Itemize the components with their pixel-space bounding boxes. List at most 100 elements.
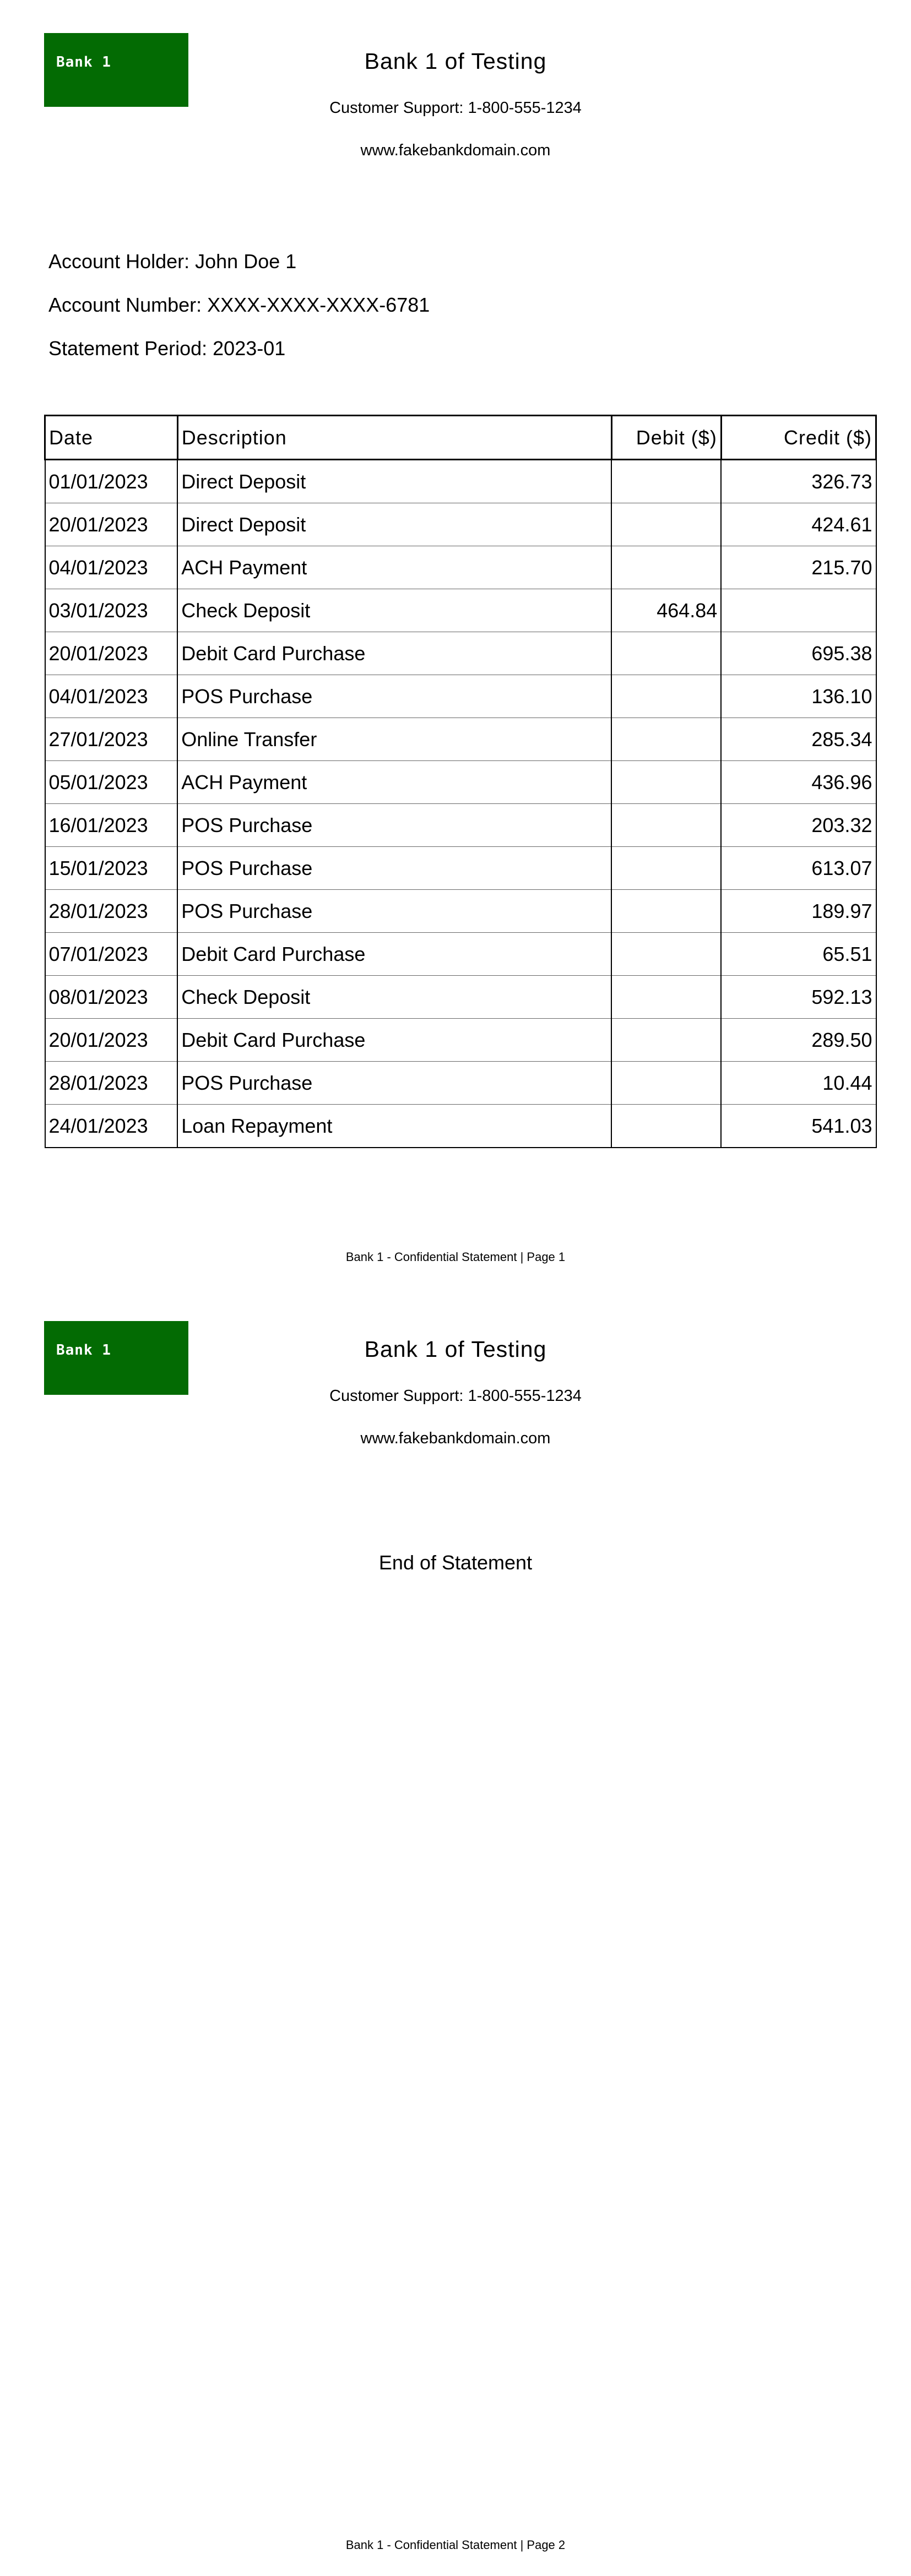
cell-debit [611,503,722,546]
table-row: 20/01/2023 Debit Card Purchase 695.38 [44,632,877,675]
cell-credit: 541.03 [720,1104,877,1148]
cell-date: 20/01/2023 [44,1018,178,1062]
cell-date: 28/01/2023 [44,889,178,933]
table-row: 04/01/2023 POS Purchase 136.10 [44,675,877,718]
cell-description: Online Transfer [177,718,612,761]
statement-page-1: Bank 1 Bank 1 of Testing Customer Suppor… [0,0,911,1288]
cell-debit [611,546,722,589]
cell-credit [720,589,877,632]
cell-description: Debit Card Purchase [177,1018,612,1062]
bank-website: www.fakebankdomain.com [360,142,551,159]
cell-credit: 326.73 [720,459,877,503]
account-number: Account Number: XXXX-XXXX-XXXX-6781 [48,294,430,316]
table-row: 28/01/2023 POS Purchase 189.97 [44,889,877,933]
cell-debit [611,1018,722,1062]
bank-website: www.fakebankdomain.com [360,1430,551,1447]
cell-date: 04/01/2023 [44,675,178,718]
cell-credit: 65.51 [720,932,877,976]
cell-date: 01/01/2023 [44,459,178,503]
header-description: Description [176,415,612,460]
cell-date: 20/01/2023 [44,503,178,546]
table-row: 07/01/2023 Debit Card Purchase 65.51 [44,932,877,976]
table-row: 05/01/2023 ACH Payment 436.96 [44,760,877,804]
cell-date: 20/01/2023 [44,632,178,675]
cell-debit [611,846,722,890]
table-header-row: Date Description Debit ($) Credit ($) [44,415,877,460]
cell-date: 07/01/2023 [44,932,178,976]
cell-credit: 289.50 [720,1018,877,1062]
cell-description: Direct Deposit [177,503,612,546]
cell-credit: 203.32 [720,803,877,847]
cell-credit: 189.97 [720,889,877,933]
cell-date: 16/01/2023 [44,803,178,847]
table-row: 03/01/2023 Check Deposit 464.84 [44,589,877,632]
cell-debit [611,675,722,718]
cell-credit: 136.10 [720,675,877,718]
cell-credit: 285.34 [720,718,877,761]
cell-description: POS Purchase [177,889,612,933]
cell-date: 15/01/2023 [44,846,178,890]
table-row: 01/01/2023 Direct Deposit 326.73 [44,459,877,503]
cell-debit [611,975,722,1019]
cell-description: ACH Payment [177,546,612,589]
cell-description: POS Purchase [177,675,612,718]
cell-date: 24/01/2023 [44,1104,178,1148]
cell-description: Debit Card Purchase [177,632,612,675]
cell-credit: 592.13 [720,975,877,1019]
cell-description: Check Deposit [177,975,612,1019]
table-row: 27/01/2023 Online Transfer 285.34 [44,718,877,761]
page-footer: Bank 1 - Confidential Statement | Page 1 [345,1250,566,1264]
table-row: 24/01/2023 Loan Repayment 541.03 [44,1104,877,1148]
cell-credit: 215.70 [720,546,877,589]
cell-debit [611,889,722,933]
cell-debit [611,932,722,976]
table-row: 16/01/2023 POS Purchase 203.32 [44,803,877,847]
cell-debit [611,718,722,761]
table-row: 08/01/2023 Check Deposit 592.13 [44,975,877,1019]
cell-credit: 424.61 [720,503,877,546]
cell-date: 03/01/2023 [44,589,178,632]
transactions-table: Date Description Debit ($) Credit ($) 01… [44,415,877,1148]
cell-description: POS Purchase [177,1061,612,1105]
cell-description: Loan Repayment [177,1104,612,1148]
cell-credit: 10.44 [720,1061,877,1105]
page-footer: Bank 1 - Confidential Statement | Page 2 [345,2538,566,2552]
cell-date: 28/01/2023 [44,1061,178,1105]
customer-support: Customer Support: 1-800-555-1234 [329,99,582,117]
cell-debit [611,459,722,503]
cell-debit [611,803,722,847]
table-row: 20/01/2023 Debit Card Purchase 289.50 [44,1018,877,1062]
cell-description: POS Purchase [177,846,612,890]
cell-description: POS Purchase [177,803,612,847]
cell-description: Direct Deposit [177,459,612,503]
account-holder: Account Holder: John Doe 1 [48,250,297,273]
cell-credit: 613.07 [720,846,877,890]
table-row: 28/01/2023 POS Purchase 10.44 [44,1061,877,1105]
table-row: 20/01/2023 Direct Deposit 424.61 [44,503,877,546]
cell-credit: 695.38 [720,632,877,675]
customer-support: Customer Support: 1-800-555-1234 [329,1387,582,1405]
statement-period: Statement Period: 2023-01 [48,337,286,360]
statement-page-2: Bank 1 Bank 1 of Testing Customer Suppor… [0,1288,911,2576]
cell-debit [611,632,722,675]
table-row: 15/01/2023 POS Purchase 613.07 [44,846,877,890]
cell-date: 08/01/2023 [44,975,178,1019]
cell-date: 05/01/2023 [44,760,178,804]
header-date: Date [44,415,178,460]
cell-debit [611,1061,722,1105]
cell-debit [611,1104,722,1148]
cell-credit: 436.96 [720,760,877,804]
bank-name: Bank 1 of Testing [364,48,547,74]
cell-description: Check Deposit [177,589,612,632]
cell-date: 04/01/2023 [44,546,178,589]
header-credit: Credit ($) [720,415,877,460]
cell-date: 27/01/2023 [44,718,178,761]
cell-description: Debit Card Purchase [177,932,612,976]
bank-name: Bank 1 of Testing [364,1336,547,1362]
cell-debit [611,760,722,804]
header-debit: Debit ($) [610,415,722,460]
table-row: 04/01/2023 ACH Payment 215.70 [44,546,877,589]
cell-debit: 464.84 [611,589,722,632]
end-of-statement: End of Statement [378,1551,533,1574]
cell-description: ACH Payment [177,760,612,804]
